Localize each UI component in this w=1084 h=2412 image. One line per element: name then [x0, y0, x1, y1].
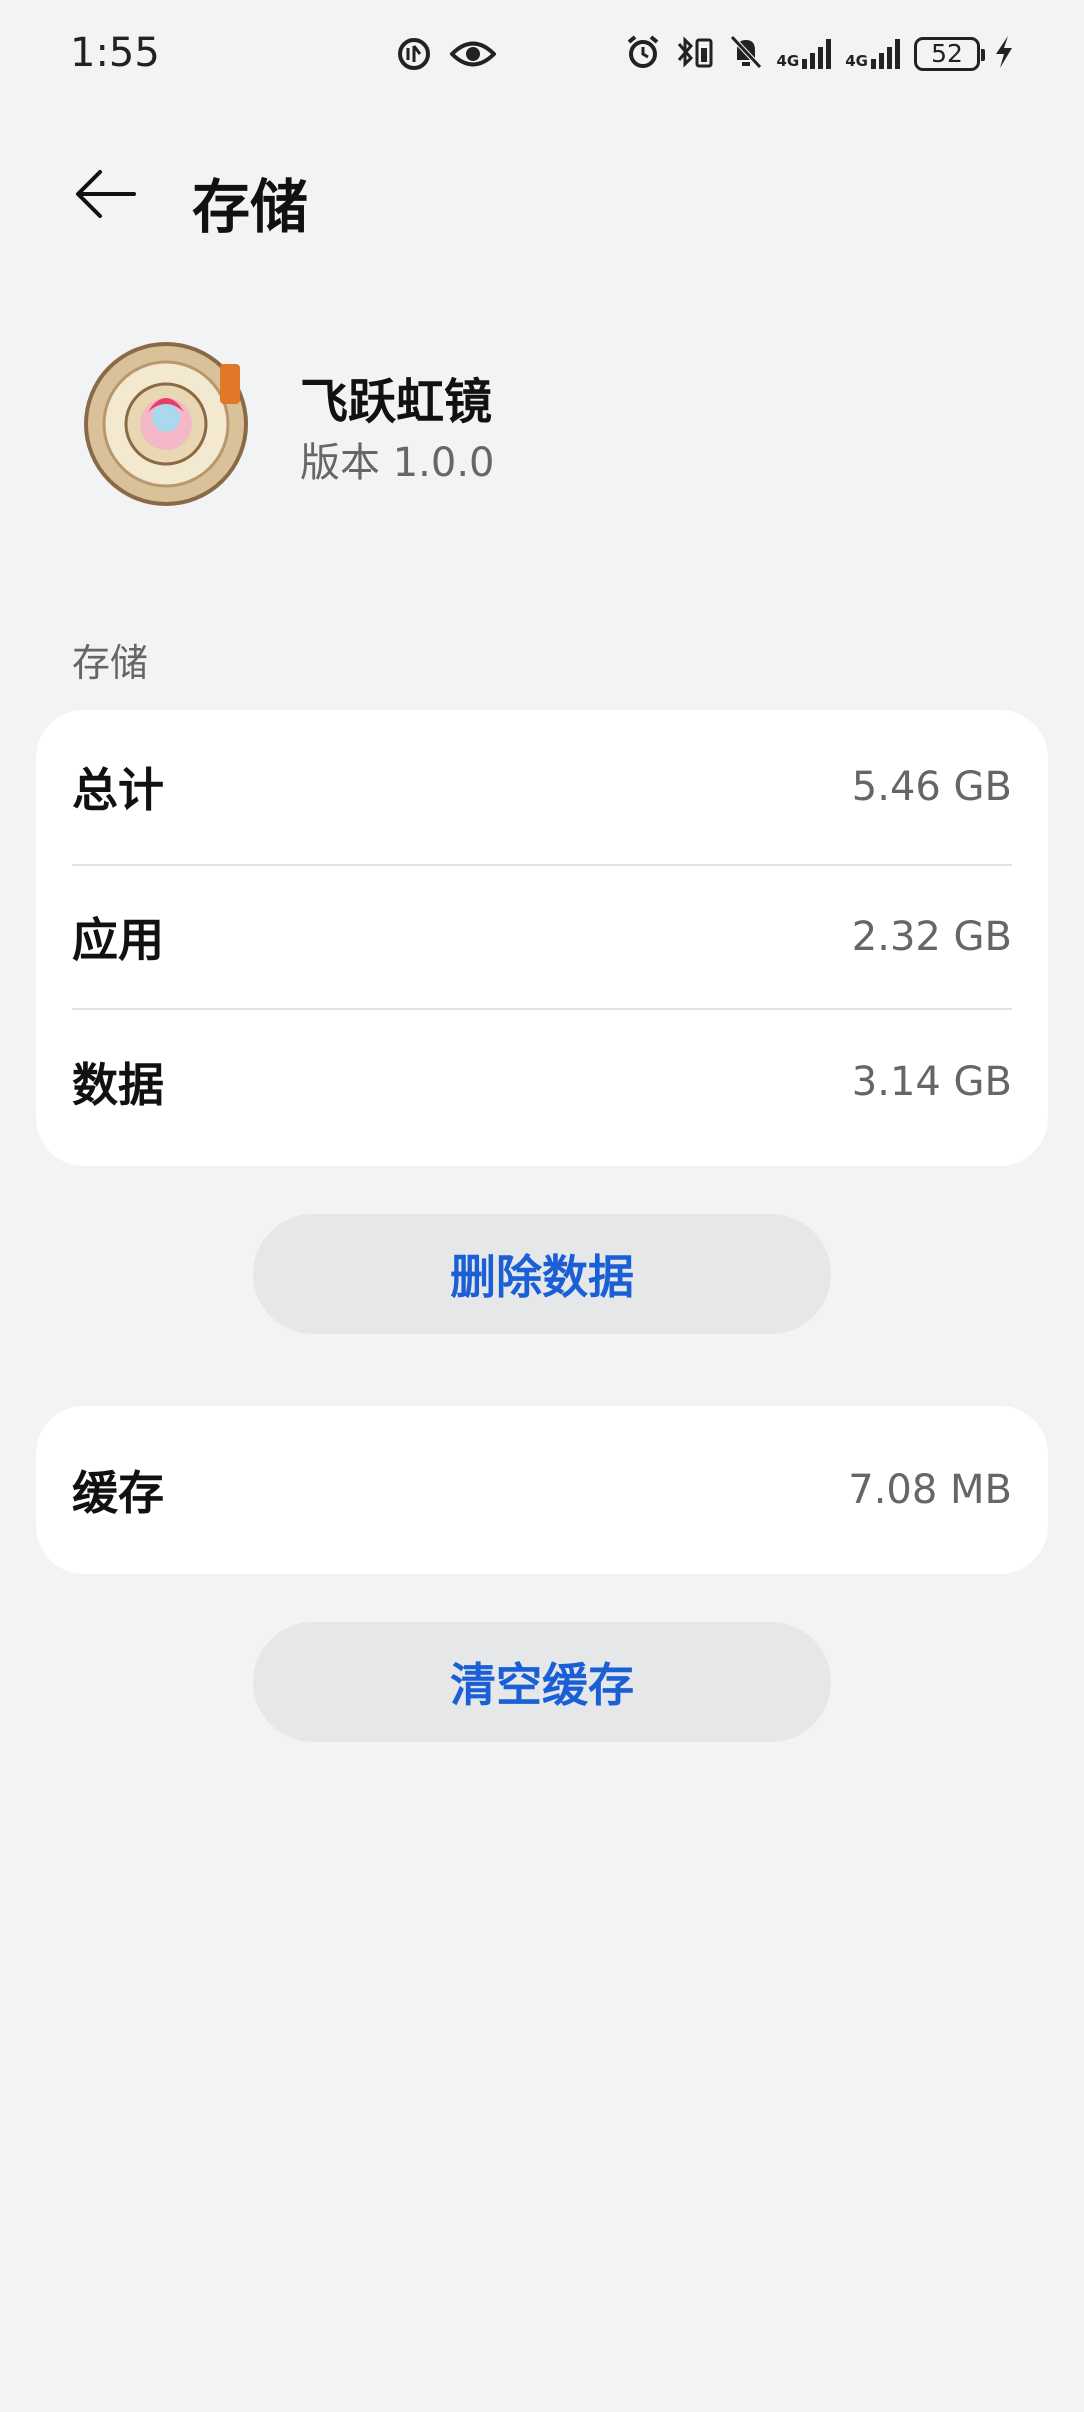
status-right-icons: 4G 4G 52: [625, 34, 1015, 74]
app-version: 版本 1.0.0: [300, 440, 495, 486]
charging-bolt-icon: [994, 34, 1014, 74]
delete-data-button[interactable]: 删除数据: [253, 1214, 831, 1334]
cache-row: 缓存 7.08 MB: [72, 1406, 1012, 1574]
clear-cache-button[interactable]: 清空缓存: [253, 1622, 831, 1742]
storage-row-total: 总计 5.46 GB: [72, 710, 1012, 866]
row-label: 缓存: [72, 1466, 164, 1520]
arrow-left-icon: [76, 170, 136, 218]
row-label: 应用: [72, 913, 164, 967]
status-time: 1:55: [70, 30, 160, 76]
mute-bell-icon: [729, 34, 763, 74]
bluetooth-battery-icon: [675, 34, 715, 74]
battery-indicator: 52: [914, 37, 985, 71]
sync-badge-icon: [396, 36, 432, 76]
back-button[interactable]: [66, 154, 146, 234]
status-bar: 1:55 4G 4G 52: [0, 0, 1084, 112]
row-label: 总计: [72, 763, 164, 817]
storage-card: 总计 5.46 GB 应用 2.32 GB 数据 3.14 GB: [36, 710, 1048, 1166]
row-value: 2.32 GB: [851, 914, 1012, 960]
row-value: 3.14 GB: [851, 1059, 1012, 1105]
row-value: 5.46 GB: [851, 764, 1012, 810]
row-label: 数据: [72, 1058, 164, 1112]
top-app-bar: 存储: [0, 140, 1084, 250]
page-title: 存储: [192, 173, 309, 241]
status-center-icons: [396, 36, 497, 76]
app-info: 飞跃虹镜 版本 1.0.0: [0, 330, 1084, 530]
storage-section-label: 存储: [72, 641, 149, 685]
app-name: 飞跃虹镜: [300, 374, 493, 430]
app-icon: [82, 340, 250, 508]
signal-1-icon: 4G: [777, 39, 832, 69]
storage-row-data: 数据 3.14 GB: [72, 1010, 1012, 1154]
storage-row-app: 应用 2.32 GB: [72, 866, 1012, 1010]
eye-icon: [449, 39, 497, 73]
row-value: 7.08 MB: [848, 1467, 1012, 1513]
alarm-icon: [625, 34, 661, 74]
cache-card: 缓存 7.08 MB: [36, 1406, 1048, 1574]
signal-2-icon: 4G: [845, 39, 900, 69]
